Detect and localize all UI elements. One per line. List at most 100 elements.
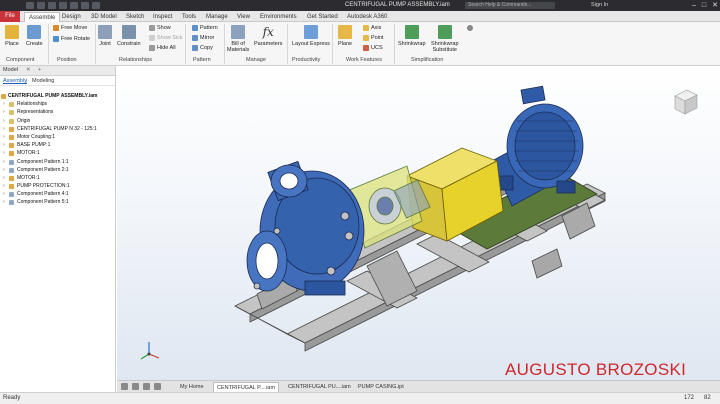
subassembly-icon <box>9 126 14 132</box>
pattern-icon <box>9 167 14 173</box>
point-button[interactable]: Point <box>363 35 384 41</box>
tab-get-started[interactable]: Get Started <box>307 12 338 22</box>
viewcube-icon[interactable] <box>669 86 701 118</box>
doc-tab-centrifugal-pump-active[interactable]: CENTRIFUGAL P....iam <box>213 382 280 392</box>
tab-model[interactable]: Model <box>3 67 18 73</box>
tree-node-motor-1[interactable]: › MOTOR:1 <box>0 149 116 157</box>
add-panel-icon[interactable]: + <box>38 67 41 73</box>
status-text: Ready <box>3 395 21 401</box>
tab-assemble[interactable]: Assemble <box>24 12 61 22</box>
layout-express-button[interactable]: Layout Express <box>292 25 330 47</box>
mirror-button[interactable]: Mirror <box>192 35 214 41</box>
redo-icon[interactable] <box>70 2 78 9</box>
tab-inspect[interactable]: Inspect <box>153 12 172 22</box>
tree-node-base-pump[interactable]: › BASE PUMP:1 <box>0 141 116 149</box>
tab-environments[interactable]: Environments <box>260 12 297 22</box>
expand-icon[interactable]: › <box>3 174 5 182</box>
expand-icon[interactable]: › <box>3 158 5 166</box>
shrinkwrap-substitute-button[interactable]: Shrinkwrap Substitute <box>431 25 459 53</box>
home-icon[interactable] <box>81 2 89 9</box>
electric-motor[interactable] <box>491 85 584 207</box>
tab-manage[interactable]: Manage <box>206 12 228 22</box>
save-icon[interactable] <box>48 2 56 9</box>
tree-node-pump-protection[interactable]: › PUMP PROTECTION:1 <box>0 182 116 190</box>
close-panel-icon[interactable]: ✕ <box>26 67 31 73</box>
show-button[interactable]: Show <box>149 25 171 31</box>
minimize-icon[interactable]: – <box>692 1 696 10</box>
tab-file[interactable]: File <box>0 11 20 22</box>
tree-node-origin[interactable]: › Origin <box>0 117 116 125</box>
show-sick-button[interactable]: Show Sick <box>149 35 183 41</box>
doc-tab-my-home[interactable]: My Home <box>177 382 207 392</box>
new-icon[interactable] <box>26 2 34 9</box>
tab-autodesk-a360[interactable]: Autodesk A360 <box>347 12 387 22</box>
expand-icon[interactable]: › <box>3 100 5 108</box>
tree-node-relationships[interactable]: › Relationships <box>0 100 116 108</box>
tab-sketch[interactable]: Sketch <box>126 12 144 22</box>
divider <box>287 24 288 64</box>
pump-assembly-model[interactable] <box>117 66 720 380</box>
place-button[interactable]: Place <box>5 25 19 47</box>
tree-node-component-pattern-5[interactable]: › Component Pattern 5:1 <box>0 198 116 206</box>
copy-button[interactable]: Copy <box>192 45 213 51</box>
parameters-icon: fx <box>262 25 274 39</box>
parameters-button[interactable]: fx Parameters <box>254 25 282 47</box>
tab-modeling[interactable]: Modeling <box>32 78 54 84</box>
tab-tools[interactable]: Tools <box>182 12 196 22</box>
constrain-button[interactable]: Constrain <box>117 25 141 47</box>
tab-view[interactable]: View <box>237 12 250 22</box>
group-label-component: Component <box>6 57 35 63</box>
shrinkwrap-button[interactable]: Shrinkwrap <box>398 25 426 47</box>
browser-subtabs: Assembly | Modeling <box>0 76 115 86</box>
joint-button[interactable]: Joint <box>98 25 112 47</box>
doc-tab-centrifugal-pump[interactable]: CENTRIFUGAL PU....iam <box>285 382 354 392</box>
free-rotate-button[interactable]: Free Rotate <box>53 36 90 42</box>
pattern-button[interactable]: Pattern <box>192 25 218 31</box>
tree-node-representations[interactable]: › Representations <box>0 108 116 116</box>
expand-icon[interactable]: › <box>3 182 5 190</box>
ribbon-options-button[interactable] <box>467 25 473 31</box>
plane-button[interactable]: Plane <box>338 25 352 47</box>
expand-icon[interactable]: › <box>3 198 5 206</box>
tab-3d-model[interactable]: 3D Model <box>91 12 117 22</box>
tab-design[interactable]: Design <box>62 12 81 22</box>
free-move-button[interactable]: Free Move <box>53 25 87 31</box>
arrange-icon[interactable] <box>143 383 150 390</box>
menu-icon[interactable] <box>154 383 161 390</box>
close-icon[interactable]: ✕ <box>712 1 718 10</box>
group-label-manage: Manage <box>246 57 266 63</box>
tree-node-component-pattern-4[interactable]: › Component Pattern 4:1 <box>0 190 116 198</box>
graphics-window[interactable]: AUGUSTO BROZOSKI <box>117 66 720 380</box>
tab-assembly[interactable]: Assembly <box>3 78 27 84</box>
cascade-windows-icon[interactable] <box>132 383 139 390</box>
expand-icon[interactable]: › <box>3 166 5 174</box>
tree-node-component-pattern-2[interactable]: › Component Pattern 2:1 <box>0 166 116 174</box>
bill-of-materials-button[interactable]: Bill of Materials <box>227 25 249 53</box>
expand-icon[interactable]: › <box>3 133 5 141</box>
print-icon[interactable] <box>92 2 100 9</box>
ucs-button[interactable]: UCS <box>363 45 383 51</box>
expand-icon[interactable]: › <box>3 190 5 198</box>
expand-icon[interactable]: › <box>3 149 5 157</box>
maximize-icon[interactable]: □ <box>702 1 706 10</box>
pump-casing[interactable] <box>246 160 365 296</box>
sign-in-link[interactable]: Sign In <box>591 2 608 8</box>
tree-node-component-pattern-1[interactable]: › Component Pattern 1:1 <box>0 158 116 166</box>
ribbon-panel: Place Create Component Free Move Free Ro… <box>0 22 720 66</box>
hide-all-button[interactable]: Hide All <box>149 45 176 51</box>
create-button[interactable]: Create <box>26 25 43 47</box>
tree-node-motor-2[interactable]: › MOTOR:1 <box>0 174 116 182</box>
expand-icon[interactable]: › <box>3 117 5 125</box>
tree-root[interactable]: CENTRIFUGAL PUMP ASSEMBLY.iam <box>0 92 116 100</box>
tile-windows-icon[interactable] <box>121 383 128 390</box>
expand-icon[interactable]: › <box>3 125 5 133</box>
open-icon[interactable] <box>37 2 45 9</box>
tree-node-pump[interactable]: › CENTRIFUGAL PUMP N 32 - 125:1 <box>0 125 116 133</box>
help-search-input[interactable]: Search Help & Commands... <box>465 2 555 9</box>
expand-icon[interactable]: › <box>3 108 5 116</box>
undo-icon[interactable] <box>59 2 67 9</box>
axis-button[interactable]: Axis <box>363 25 381 31</box>
doc-tab-pump-casing[interactable]: PUMP CASING.ipt <box>355 382 407 392</box>
tree-node-motor-coupling[interactable]: › Motor Coupling:1 <box>0 133 116 141</box>
expand-icon[interactable]: › <box>3 141 5 149</box>
